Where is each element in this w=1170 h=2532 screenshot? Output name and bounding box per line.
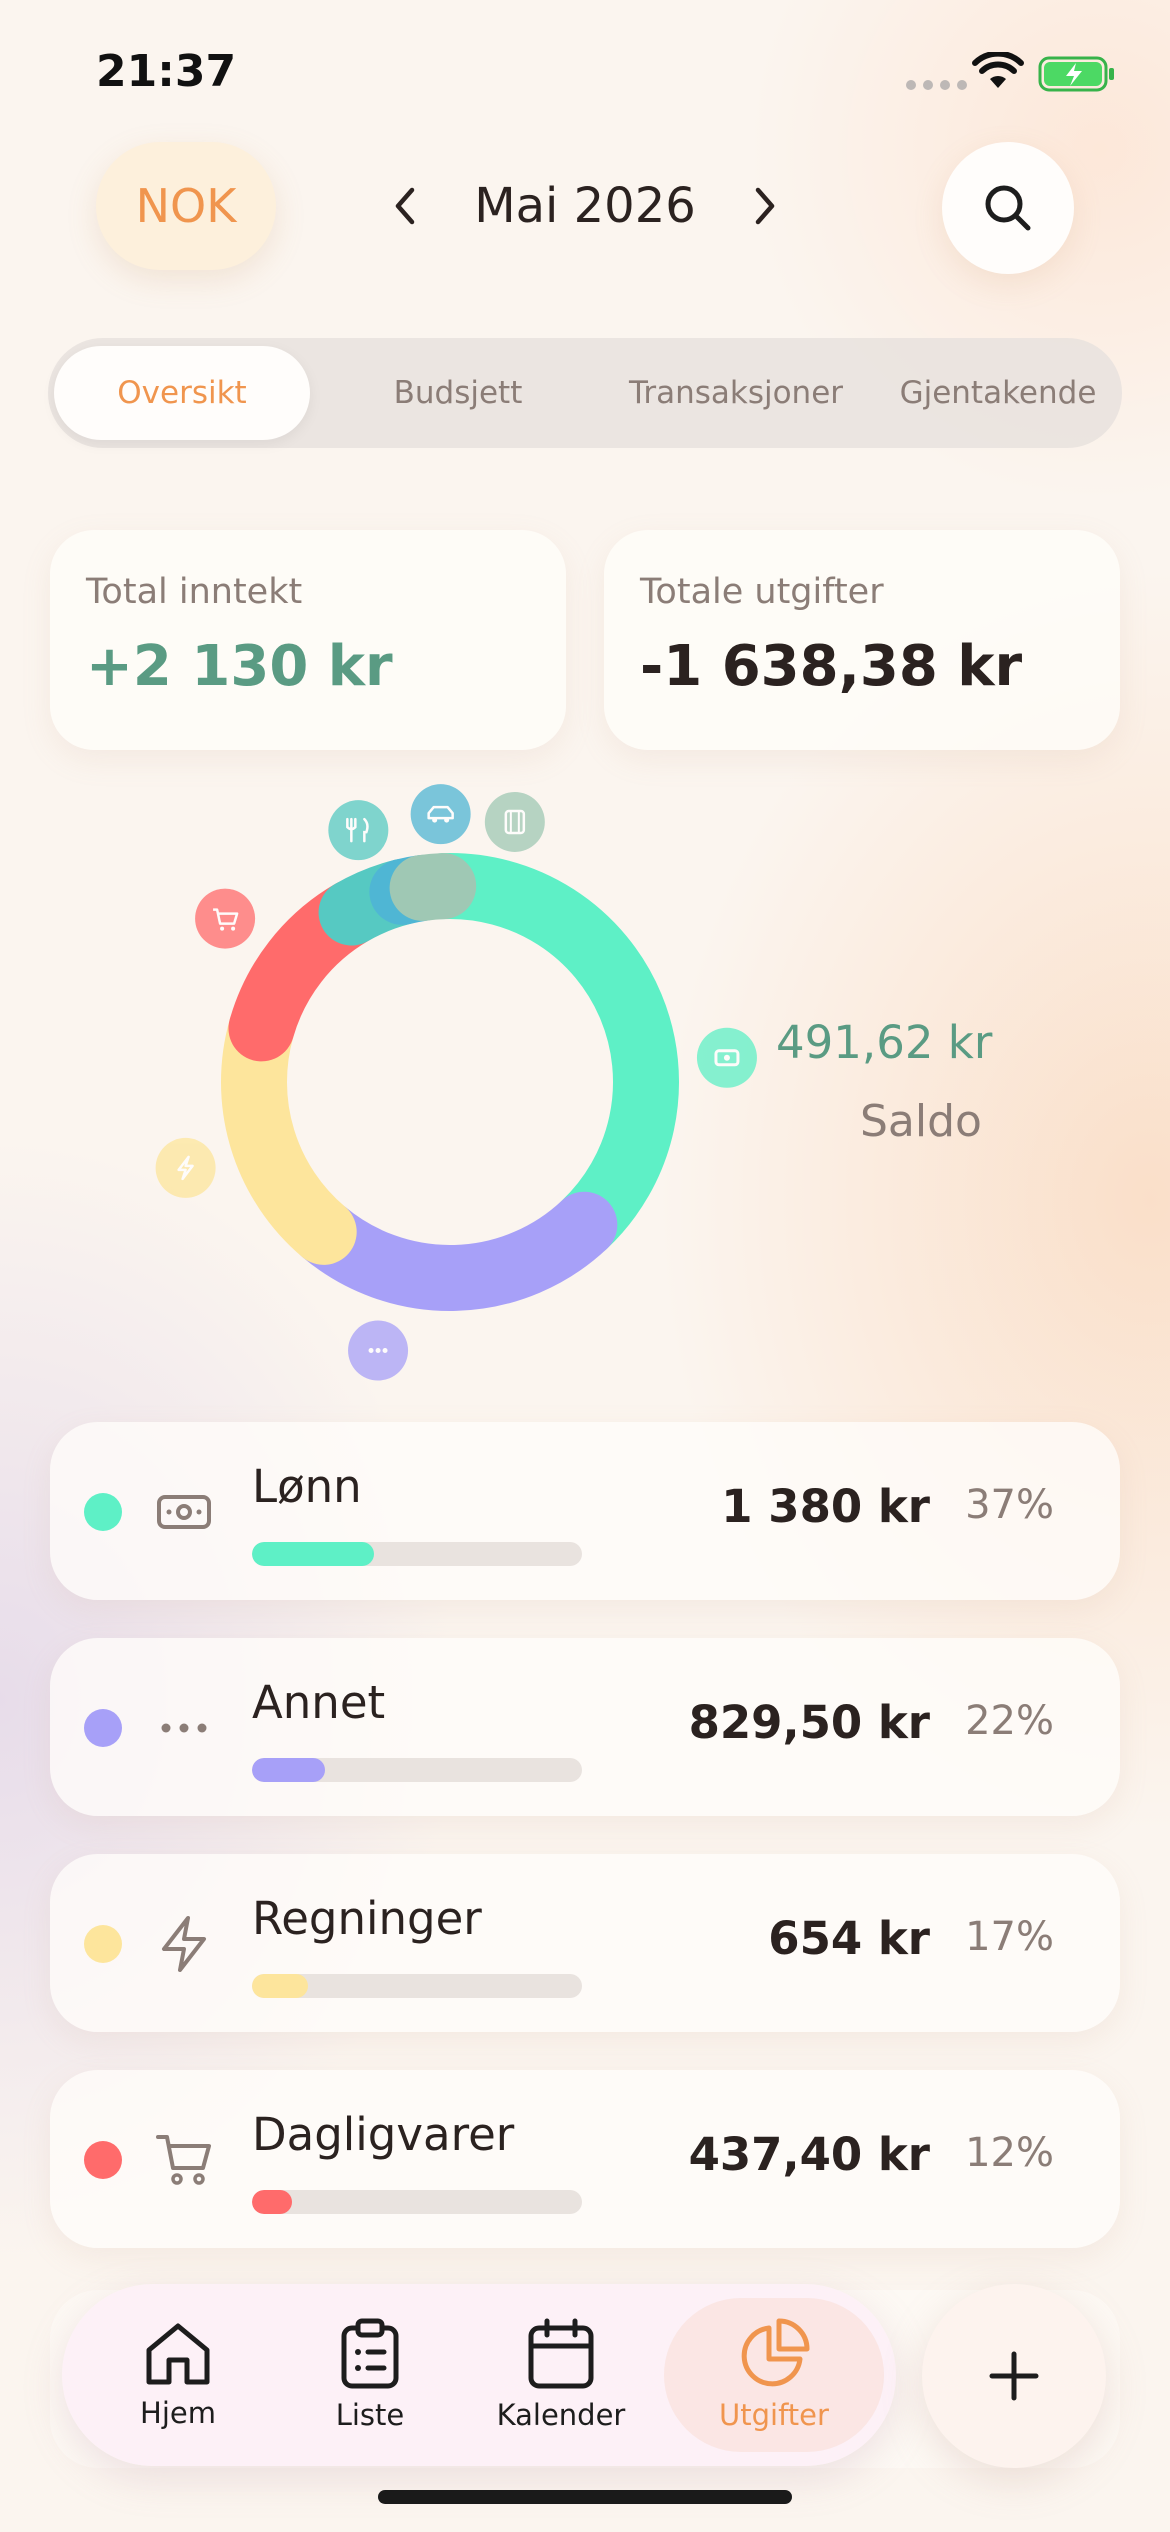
tab-label: Utgifter: [719, 2398, 829, 2432]
income-value: +2 130 kr: [86, 634, 393, 699]
home-icon: [146, 2323, 210, 2385]
category-percent: 17%: [965, 1914, 1054, 1960]
category-amount: 829,50 kr: [688, 1696, 930, 1749]
balance-value: 491,62 kr: [776, 1016, 993, 1069]
income-card[interactable]: Total inntekt +2 130 kr: [50, 530, 566, 750]
expense-label: Totale utgifter: [640, 572, 884, 612]
tab-hjem[interactable]: Hjem: [90, 2284, 266, 2466]
plus-icon: [989, 2351, 1039, 2401]
category-color-dot: [84, 1925, 122, 1963]
category-percent: 12%: [965, 2130, 1054, 2176]
previous-month-button[interactable]: [385, 176, 425, 236]
category-color-dot: [84, 1709, 122, 1747]
category-progress-fill: [252, 1758, 325, 1782]
income-label: Total inntekt: [86, 572, 303, 612]
tab-kalender[interactable]: Kalender: [466, 2284, 656, 2466]
category-name: Lønn: [252, 1460, 362, 1513]
category-amount: 1 380 kr: [721, 1480, 930, 1533]
category-name: Regninger: [252, 1892, 482, 1945]
search-icon: [985, 185, 1031, 231]
expense-card[interactable]: Totale utgifter -1 638,38 kr: [604, 530, 1120, 750]
cart-icon: [154, 2130, 214, 2190]
clipboard-list-icon: [341, 2318, 399, 2389]
next-month-button[interactable]: [745, 176, 785, 236]
category-percent: 22%: [965, 1698, 1054, 1744]
category-progress-fill: [252, 1542, 375, 1566]
more-icon: [154, 1698, 214, 1758]
battery-charging-icon: [1038, 56, 1114, 92]
status-time: 21:37: [96, 46, 237, 97]
banknote-icon: [696, 1027, 757, 1088]
tab-label: Kalender: [496, 2398, 626, 2432]
car-icon: [410, 784, 471, 845]
tab-transaksjoner[interactable]: Transaksjoner: [588, 346, 884, 440]
category-row-dagligvarer[interactable]: Dagligvarer 437,40 kr 12%: [50, 2070, 1120, 2248]
segmented-tabs: Oversikt Budsjett Transaksjoner Gjentake…: [48, 338, 1122, 448]
category-amount: 654 kr: [768, 1912, 930, 1965]
category-row-lonn[interactable]: Lønn 1 380 kr 37%: [50, 1422, 1120, 1600]
film-icon: [484, 791, 545, 852]
month-label: Mai 2026: [474, 178, 696, 234]
bottom-tab-bar: Hjem Liste Kalender Utgifter: [62, 2284, 896, 2466]
home-indicator: [378, 2490, 792, 2504]
donut-slice-6[interactable]: [389, 853, 477, 921]
balance-label: Saldo: [860, 1096, 982, 1147]
cart-icon: [195, 888, 256, 949]
fork-knife-icon: [328, 800, 389, 861]
add-transaction-button[interactable]: [922, 2284, 1106, 2468]
tab-utgifter[interactable]: Utgifter: [664, 2298, 884, 2452]
more-icon: [348, 1320, 409, 1381]
donut-slice-0[interactable]: [410, 853, 679, 1258]
banknote-icon: [154, 1482, 214, 1542]
category-amount: 437,40 kr: [688, 2128, 930, 2181]
category-name: Dagligvarer: [252, 2108, 515, 2161]
tab-oversikt[interactable]: Oversikt: [54, 346, 310, 440]
tab-label: Liste: [335, 2398, 405, 2432]
expense-value: -1 638,38 kr: [640, 634, 1023, 699]
bolt-icon: [155, 1137, 216, 1198]
category-percent: 37%: [965, 1482, 1054, 1528]
chevron-right-icon: [755, 187, 775, 225]
cellular-signal-icon: [906, 80, 967, 90]
chevron-left-icon: [395, 187, 415, 225]
category-name: Annet: [252, 1676, 386, 1729]
category-progress: [252, 1974, 582, 1998]
category-progress-fill: [252, 2190, 292, 2214]
category-progress-fill: [252, 1974, 309, 1998]
donut-chart: [155, 784, 757, 1381]
tab-label: Hjem: [140, 2396, 216, 2430]
search-button[interactable]: [942, 142, 1074, 274]
category-row-regninger[interactable]: Regninger 654 kr 17%: [50, 1854, 1120, 2032]
tab-gjentakende[interactable]: Gjentakende: [878, 346, 1118, 440]
wifi-icon: [972, 52, 1024, 88]
category-color-dot: [84, 2141, 122, 2179]
category-progress: [252, 1758, 582, 1782]
category-color-dot: [84, 1493, 122, 1531]
category-progress: [252, 1542, 582, 1566]
category-row-annet[interactable]: Annet 829,50 kr 22%: [50, 1638, 1120, 1816]
pie-chart-icon: [741, 2318, 810, 2387]
category-progress: [252, 2190, 582, 2214]
donut-slice-1[interactable]: [290, 1191, 618, 1311]
tab-budsjett[interactable]: Budsjett: [330, 346, 586, 440]
tab-liste[interactable]: Liste: [282, 2284, 458, 2466]
calendar-icon: [528, 2318, 594, 2389]
bolt-icon: [154, 1914, 214, 1974]
currency-button[interactable]: NOK: [96, 142, 276, 270]
